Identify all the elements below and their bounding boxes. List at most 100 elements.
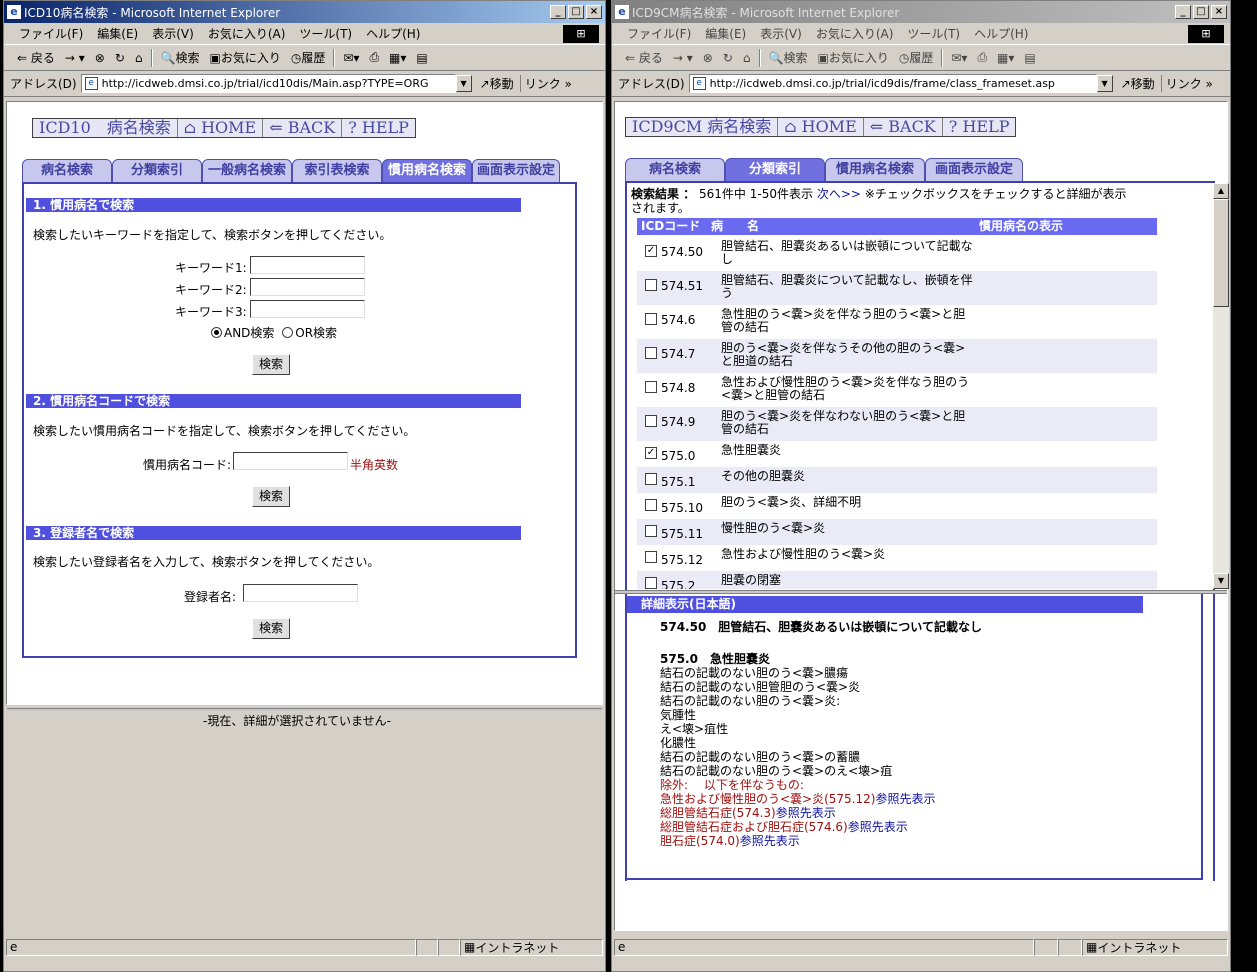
and-radio[interactable]	[211, 327, 222, 338]
home-link[interactable]: ⌂ HOME	[778, 118, 864, 136]
edit-icon[interactable]: ▦▾	[992, 51, 1019, 65]
results-scrollbar[interactable]: ▲ ▼	[1213, 183, 1229, 589]
maximize-button[interactable]: □	[1193, 5, 1209, 19]
menu-favorites[interactable]: お気に入り(A)	[201, 25, 293, 42]
menu-edit[interactable]: 編集(E)	[90, 25, 145, 42]
favorites-button[interactable]: ▣お気に入り	[813, 49, 894, 66]
discuss-icon[interactable]: ▤	[1019, 51, 1040, 65]
forward-arrow-icon[interactable]: → ▾	[668, 51, 698, 65]
row-checkbox[interactable]: ✓	[645, 245, 657, 257]
back-link[interactable]: ⇐ BACK	[263, 119, 343, 137]
home-link[interactable]: ⌂ HOME	[178, 119, 264, 137]
home-icon[interactable]: ⌂	[130, 51, 148, 65]
row-checkbox[interactable]	[645, 473, 657, 485]
mail-icon[interactable]: ✉▾	[946, 51, 972, 65]
menu-favorites[interactable]: お気に入り(A)	[809, 25, 901, 42]
links-button[interactable]: リンク »	[1160, 75, 1213, 92]
back-link[interactable]: ⇐ BACK	[864, 118, 943, 136]
close-button[interactable]: ×	[1211, 5, 1227, 19]
maximize-button[interactable]: □	[568, 5, 584, 19]
scroll-thumb[interactable]	[1213, 199, 1229, 307]
help-link[interactable]: ? HELP	[342, 119, 415, 137]
search-button[interactable]: 🔍検索	[764, 49, 813, 66]
menu-edit[interactable]: 編集(E)	[698, 25, 753, 42]
row-checkbox[interactable]: ✓	[645, 447, 657, 459]
or-radio[interactable]	[282, 327, 294, 338]
close-button[interactable]: ×	[586, 5, 602, 19]
favorites-button[interactable]: ▣お気に入り	[205, 49, 286, 66]
stop-icon[interactable]: ⊗	[698, 51, 718, 65]
address-input[interactable]: e http://icdweb.dmsi.co.jp/trial/icd9dis…	[688, 74, 1097, 93]
address-dropdown-icon[interactable]: ▼	[455, 75, 472, 92]
go-button[interactable]: ↗移動	[1121, 75, 1155, 92]
menu-tools[interactable]: ツール(T)	[292, 25, 359, 42]
row-checkbox[interactable]	[645, 347, 657, 359]
menu-file[interactable]: ファイル(F)	[12, 25, 90, 42]
history-button[interactable]: ◷履歴	[894, 49, 939, 66]
row-checkbox[interactable]	[645, 279, 657, 291]
links-button[interactable]: リンク »	[519, 75, 572, 92]
row-checkbox[interactable]	[645, 577, 657, 589]
print-icon[interactable]: ⎙	[972, 50, 992, 65]
refresh-icon[interactable]: ↻	[718, 51, 738, 65]
menu-help[interactable]: ヘルプ(H)	[359, 25, 427, 42]
discuss-icon[interactable]: ▤	[411, 51, 432, 65]
tab-common-name-search[interactable]: 慣用病名検索	[382, 159, 472, 182]
tab-display-settings[interactable]: 画面表示設定	[925, 158, 1023, 181]
registrant-search-button[interactable]: 検索	[252, 618, 290, 639]
title-bar[interactable]: e ICD10病名検索 - Microsoft Internet Explore…	[4, 1, 605, 23]
back-button[interactable]: ⇐ 戻る	[620, 49, 668, 66]
menu-help[interactable]: ヘルプ(H)	[967, 25, 1035, 42]
tab-classification[interactable]: 分類索引	[112, 159, 202, 182]
address-input[interactable]: e http://icdweb.dmsi.co.jp/trial/icd10di…	[80, 74, 456, 93]
back-button[interactable]: ⇐ 戻る	[12, 49, 60, 66]
stop-icon[interactable]: ⊗	[90, 51, 110, 65]
menu-file[interactable]: ファイル(F)	[620, 25, 698, 42]
tab-index-search[interactable]: 索引表検索	[292, 159, 382, 182]
print-icon[interactable]: ⎙	[364, 50, 384, 65]
edit-icon[interactable]: ▦▾	[384, 51, 411, 65]
frame-divider[interactable]	[7, 708, 602, 711]
next-link[interactable]: 次へ>>	[817, 187, 861, 201]
minimize-button[interactable]: _	[550, 5, 566, 19]
row-checkbox[interactable]	[645, 551, 657, 563]
keyword2-input[interactable]	[250, 278, 365, 296]
menu-tools[interactable]: ツール(T)	[900, 25, 967, 42]
minimize-button[interactable]: _	[1175, 5, 1191, 19]
forward-arrow-icon[interactable]: → ▾	[60, 51, 90, 65]
address-dropdown-icon[interactable]: ▼	[1096, 75, 1113, 92]
row-checkbox[interactable]	[645, 313, 657, 325]
menu-view[interactable]: 表示(V)	[753, 25, 809, 42]
row-checkbox[interactable]	[645, 415, 657, 427]
menu-view[interactable]: 表示(V)	[145, 25, 201, 42]
history-button[interactable]: ◷履歴	[286, 49, 331, 66]
registrant-input[interactable]	[243, 584, 358, 602]
tab-disease-search[interactable]: 病名検索	[625, 158, 725, 181]
keyword1-input[interactable]	[250, 256, 365, 274]
row-checkbox[interactable]	[645, 499, 657, 511]
go-button[interactable]: ↗移動	[480, 75, 514, 92]
reference-link[interactable]: 参照先表示	[875, 792, 935, 806]
scroll-down-icon[interactable]: ▼	[1213, 573, 1229, 589]
keyword3-input[interactable]	[250, 300, 365, 318]
reference-link[interactable]: 参照先表示	[848, 820, 908, 834]
refresh-icon[interactable]: ↻	[110, 51, 130, 65]
tab-common-name-search[interactable]: 慣用病名検索	[825, 158, 925, 181]
search-button[interactable]: 🔍検索	[156, 49, 205, 66]
row-checkbox[interactable]	[645, 381, 657, 393]
reference-link[interactable]: 参照先表示	[740, 834, 800, 848]
scroll-up-icon[interactable]: ▲	[1213, 183, 1229, 199]
title-bar[interactable]: e ICD9CM病名検索 - Microsoft Internet Explor…	[612, 1, 1230, 23]
tab-display-settings[interactable]: 画面表示設定	[472, 159, 560, 182]
row-checkbox[interactable]	[645, 525, 657, 537]
code-search-button[interactable]: 検索	[252, 486, 290, 507]
tab-classification[interactable]: 分類索引	[725, 158, 825, 181]
mail-icon[interactable]: ✉▾	[338, 51, 364, 65]
common-code-input[interactable]	[233, 452, 348, 470]
tab-general-search[interactable]: 一般病名検索	[202, 159, 292, 182]
keyword-search-button[interactable]: 検索	[252, 354, 290, 375]
help-link[interactable]: ? HELP	[943, 118, 1016, 136]
home-icon[interactable]: ⌂	[738, 51, 756, 65]
tab-disease-search[interactable]: 病名検索	[22, 159, 112, 182]
status-pane	[416, 938, 438, 956]
